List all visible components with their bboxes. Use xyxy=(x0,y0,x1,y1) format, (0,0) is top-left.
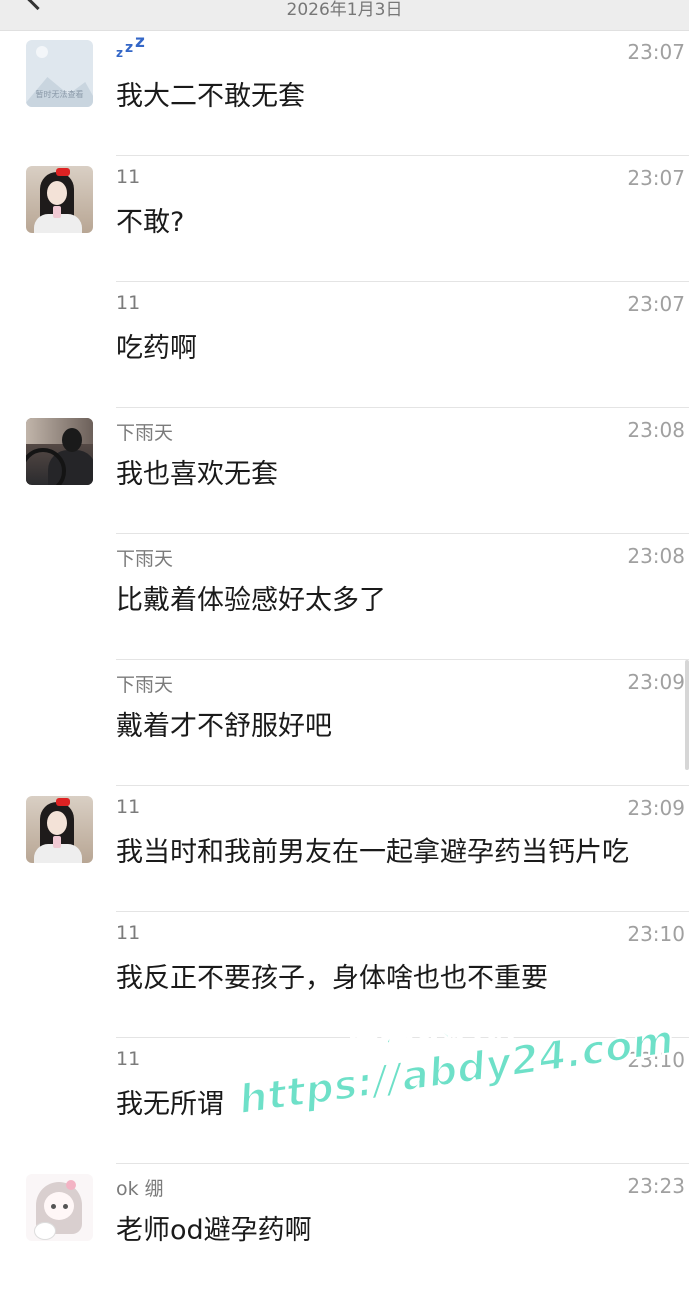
sender-name: 11 xyxy=(116,292,141,314)
message-text: 我当时和我前男友在一起拿避孕药当钙片吃 xyxy=(116,837,629,868)
sender-name: 下雨天 xyxy=(116,422,174,444)
message-text: 戴着才不舒服好吧 xyxy=(116,711,332,742)
date-header: 2026年1月3日 xyxy=(286,0,403,20)
message-text: 吃药啊 xyxy=(116,333,197,364)
message-time: 23:08 xyxy=(627,418,685,442)
message-time: 23:23 xyxy=(627,1174,685,1198)
sender-name: 11 xyxy=(116,796,141,818)
message-text: 不敢? xyxy=(116,207,185,238)
avatar-girl-selfie[interactable] xyxy=(26,796,93,863)
message-item[interactable]: 11 23:07 吃药啊 xyxy=(0,282,689,408)
message-text: 比戴着体验感好太多了 xyxy=(116,585,386,616)
message-time: 23:07 xyxy=(627,166,685,190)
zzz-icon: zzz xyxy=(116,32,145,60)
sender-name: 下雨天 xyxy=(116,548,174,570)
message-item[interactable]: 11 23:09 我当时和我前男友在一起拿避孕药当钙片吃 xyxy=(0,786,689,912)
message-time: 23:08 xyxy=(627,544,685,568)
message-time: 23:09 xyxy=(627,670,685,694)
message-time: 23:09 xyxy=(627,796,685,820)
message-time: 23:07 xyxy=(627,40,685,64)
message-item[interactable]: 11 23:07 不敢? xyxy=(0,156,689,282)
message-text: 老师od避孕药啊 xyxy=(116,1215,312,1246)
avatar-placeholder[interactable]: 暂时无法查看 xyxy=(26,40,93,107)
avatar-girl-selfie[interactable] xyxy=(26,166,93,233)
message-item[interactable]: ok 绷 23:23 老师od避孕药啊 xyxy=(0,1164,689,1290)
message-time: 23:10 xyxy=(627,1048,685,1072)
sender-name: 11 xyxy=(116,1048,141,1070)
message-item[interactable]: 11 23:10 我无所谓 xyxy=(0,1038,689,1164)
top-bar: 2026年1月3日 xyxy=(0,0,689,31)
message-item[interactable]: 下雨天 23:08 比戴着体验感好太多了 xyxy=(0,534,689,660)
sender-name: 下雨天 xyxy=(116,674,174,696)
sender-name: ok 绷 xyxy=(116,1178,164,1200)
message-text: 我无所谓 xyxy=(116,1089,224,1120)
message-text: 我反正不要孩子，身体啥也也不重要 xyxy=(116,963,548,994)
avatar-man-in-car[interactable] xyxy=(26,418,93,485)
message-time: 23:10 xyxy=(627,922,685,946)
message-item[interactable]: 下雨天 23:09 戴着才不舒服好吧 xyxy=(0,660,689,786)
sender-name: 11 xyxy=(116,166,141,188)
avatar-anime-girl-cat[interactable] xyxy=(26,1174,93,1241)
message-item[interactable]: 11 23:10 我反正不要孩子，身体啥也也不重要 xyxy=(0,912,689,1038)
message-item[interactable]: 暂时无法查看 zzz 23:07 我大二不敢无套 xyxy=(0,30,689,156)
scrollbar[interactable] xyxy=(685,660,689,770)
message-text: 我大二不敢无套 xyxy=(116,81,305,112)
message-time: 23:07 xyxy=(627,292,685,316)
sender-name: 11 xyxy=(116,922,141,944)
message-text: 我也喜欢无套 xyxy=(116,459,278,490)
message-item[interactable]: 下雨天 23:08 我也喜欢无套 xyxy=(0,408,689,534)
